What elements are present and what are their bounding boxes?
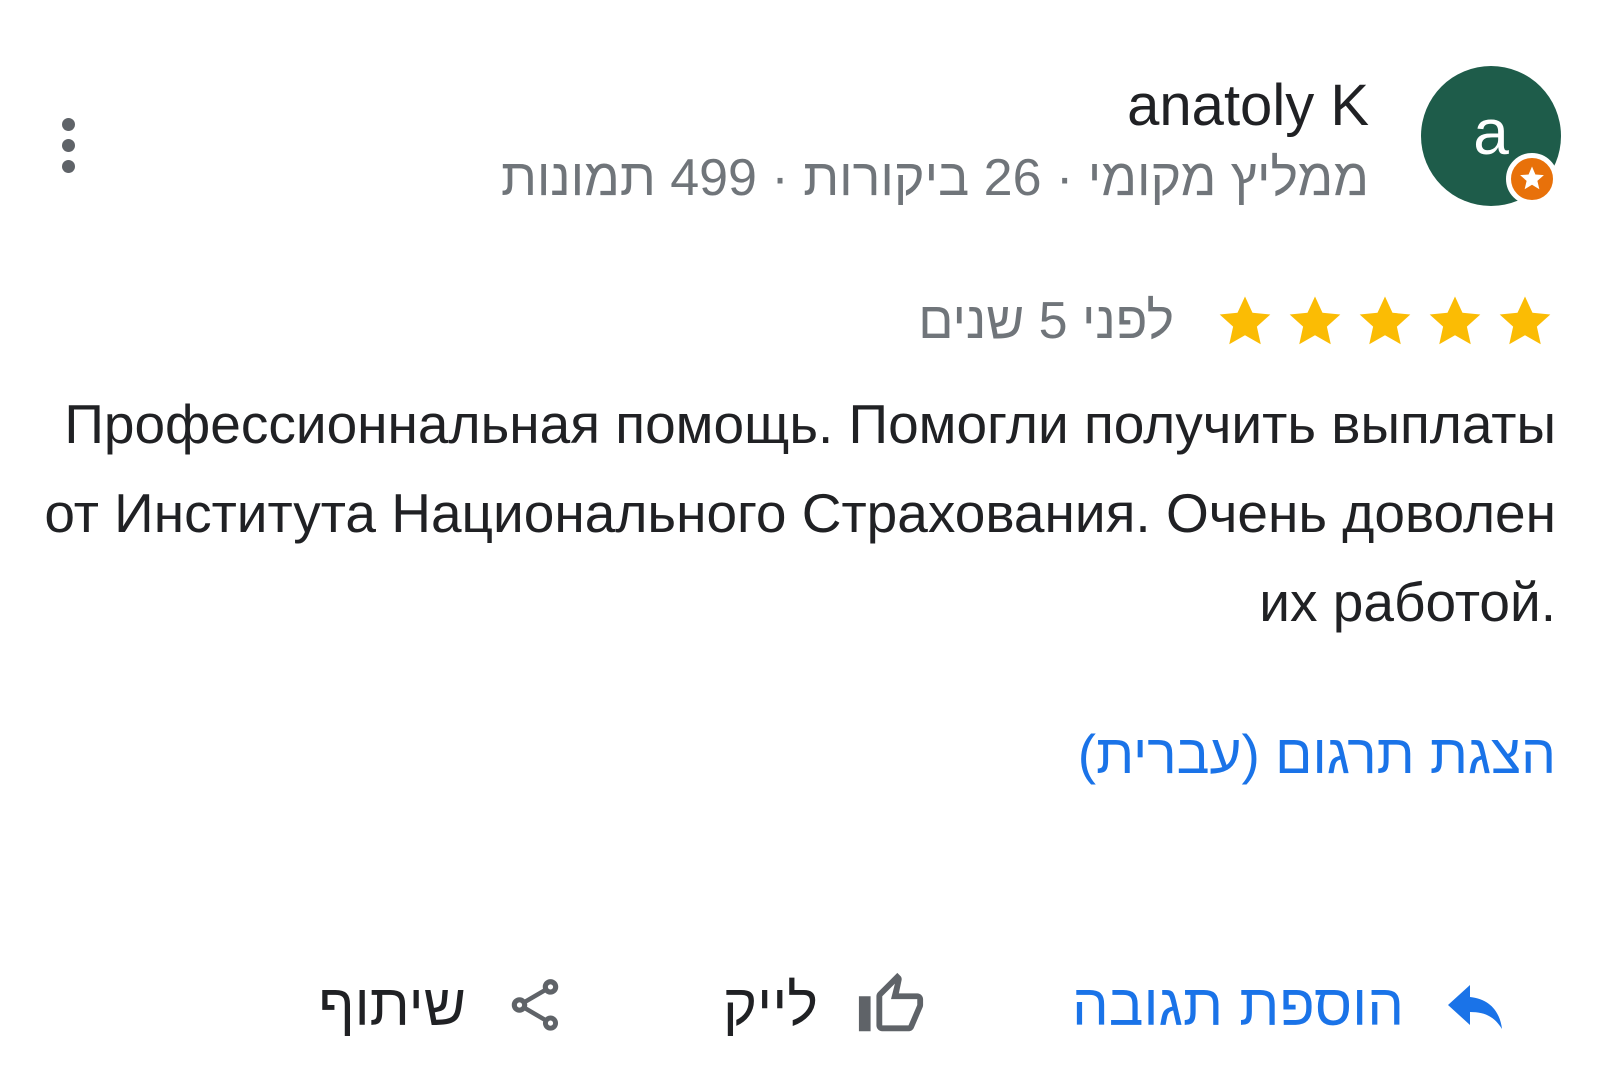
local-guide-badge-icon (1506, 153, 1558, 205)
more-options-icon (61, 117, 75, 131)
share-button[interactable]: שיתוף (318, 960, 566, 1050)
rating-row: לפני 5 שנים (918, 290, 1556, 352)
like-label: לייק (722, 972, 818, 1038)
star-rating (1214, 290, 1556, 352)
more-options-icon-dot (61, 138, 75, 152)
star-icon (1429, 296, 1481, 345)
more-options-button[interactable] (46, 110, 90, 180)
thumb-up-icon (858, 972, 924, 1032)
star-icon (1289, 296, 1341, 345)
more-options-icon-dot (61, 159, 75, 173)
review-time: לפני 5 שנים (918, 292, 1174, 350)
show-translation-link[interactable]: הצגת תרגום (עברית) (1078, 722, 1556, 786)
review-text: Профессионнальная помощь. Помогли получи… (44, 393, 1556, 633)
author-name[interactable]: anatoly K (1127, 72, 1369, 139)
share-icon (511, 979, 559, 1031)
add-reply-button[interactable]: הוספת תגובה (1072, 960, 1506, 1050)
author-meta[interactable]: ממליץ מקומי · 26 ביקורות · 499 תמונות (501, 148, 1369, 208)
reply-icon (1448, 985, 1502, 1029)
like-button[interactable]: לייק (723, 960, 926, 1050)
star-icon (1499, 296, 1551, 345)
star-icon (1359, 296, 1411, 345)
star-icon (1219, 296, 1271, 345)
review-card: anatoly K ממליץ מקומי · 26 ביקורות · 499… (0, 0, 1616, 1078)
share-label: שיתוף (318, 972, 466, 1038)
add-reply-label: הוספת תגובה (1072, 972, 1404, 1038)
avatar-letter: a (1473, 96, 1509, 168)
